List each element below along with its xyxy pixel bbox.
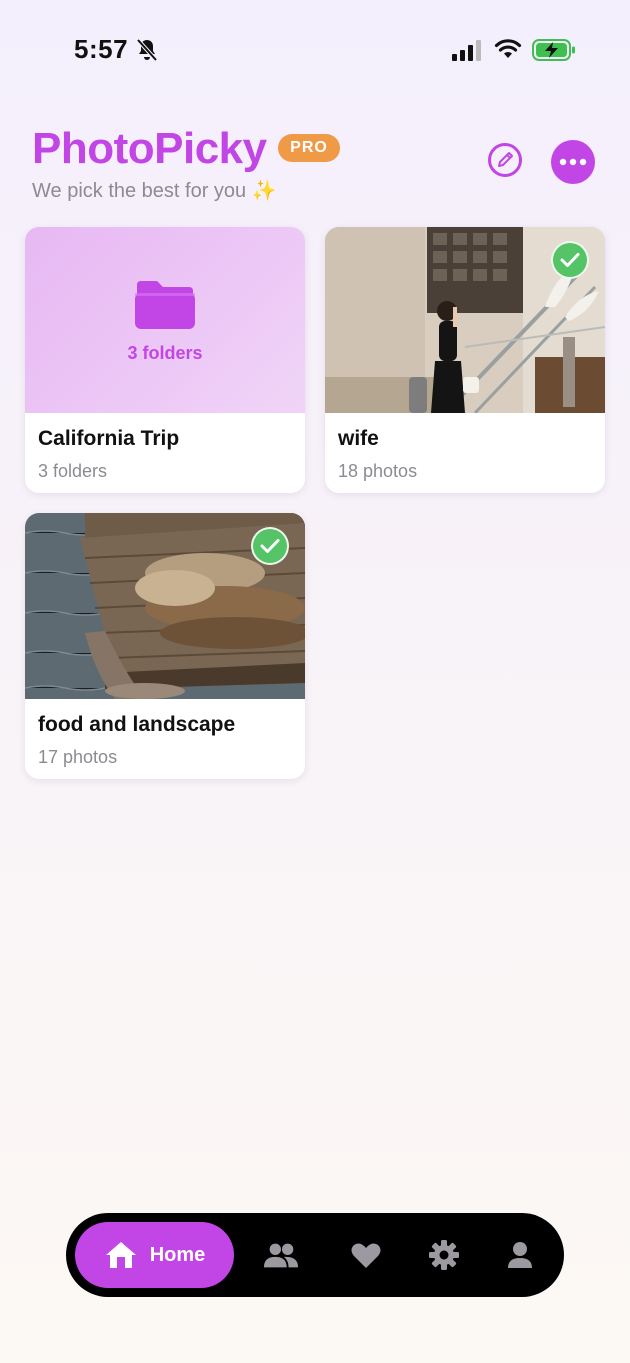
tab-home[interactable]: Home xyxy=(75,1222,234,1288)
status-time: 5:57 xyxy=(74,34,129,64)
folder-cover: 3 folders xyxy=(25,227,305,413)
home-icon xyxy=(105,1242,136,1268)
tab-settings[interactable] xyxy=(426,1239,462,1271)
album-card-california-trip[interactable]: 3 folders California Trip 3 folders xyxy=(25,227,305,493)
album-count: 3 folders xyxy=(38,461,108,481)
tab-home-label: Home xyxy=(149,1243,206,1266)
checkmark-icon xyxy=(260,539,280,553)
app-title: PhotoPicky xyxy=(32,124,267,173)
folder-count-label: 3 folders xyxy=(127,343,203,363)
pencil-icon xyxy=(498,152,513,167)
bottom-tab-bar: Home xyxy=(66,1213,564,1297)
ellipsis-icon xyxy=(559,158,587,166)
album-card-wife[interactable]: wife 18 photos xyxy=(325,227,605,493)
tab-favorites[interactable] xyxy=(348,1239,384,1271)
album-title: wife xyxy=(338,427,379,450)
app-subtitle: We pick the best for you ✨ xyxy=(32,180,277,202)
status-bar: 5:57 xyxy=(0,0,630,100)
edit-button[interactable] xyxy=(488,143,522,177)
gear-icon xyxy=(429,1240,459,1270)
pro-badge[interactable]: PRO xyxy=(278,134,340,162)
selected-check-badge[interactable] xyxy=(251,527,289,565)
bell-slash-icon xyxy=(136,38,158,62)
tab-profile[interactable] xyxy=(502,1239,538,1271)
tab-people[interactable] xyxy=(263,1239,299,1271)
more-options-button[interactable] xyxy=(551,140,595,184)
heart-icon xyxy=(351,1243,381,1268)
selected-check-badge[interactable] xyxy=(551,241,589,279)
people-icon xyxy=(263,1243,299,1268)
album-title: California Trip xyxy=(38,427,180,450)
person-icon xyxy=(508,1242,532,1268)
checkmark-icon xyxy=(560,253,580,267)
wifi-icon xyxy=(494,39,522,58)
album-count: 18 photos xyxy=(338,461,418,481)
album-count: 17 photos xyxy=(38,747,118,767)
folder-icon xyxy=(135,281,195,329)
cellular-signal-icon xyxy=(452,40,481,61)
album-title: food and landscape xyxy=(38,713,236,736)
album-card-food-and-landscape[interactable]: food and landscape 17 photos xyxy=(25,513,305,779)
battery-charging-icon xyxy=(532,39,575,61)
